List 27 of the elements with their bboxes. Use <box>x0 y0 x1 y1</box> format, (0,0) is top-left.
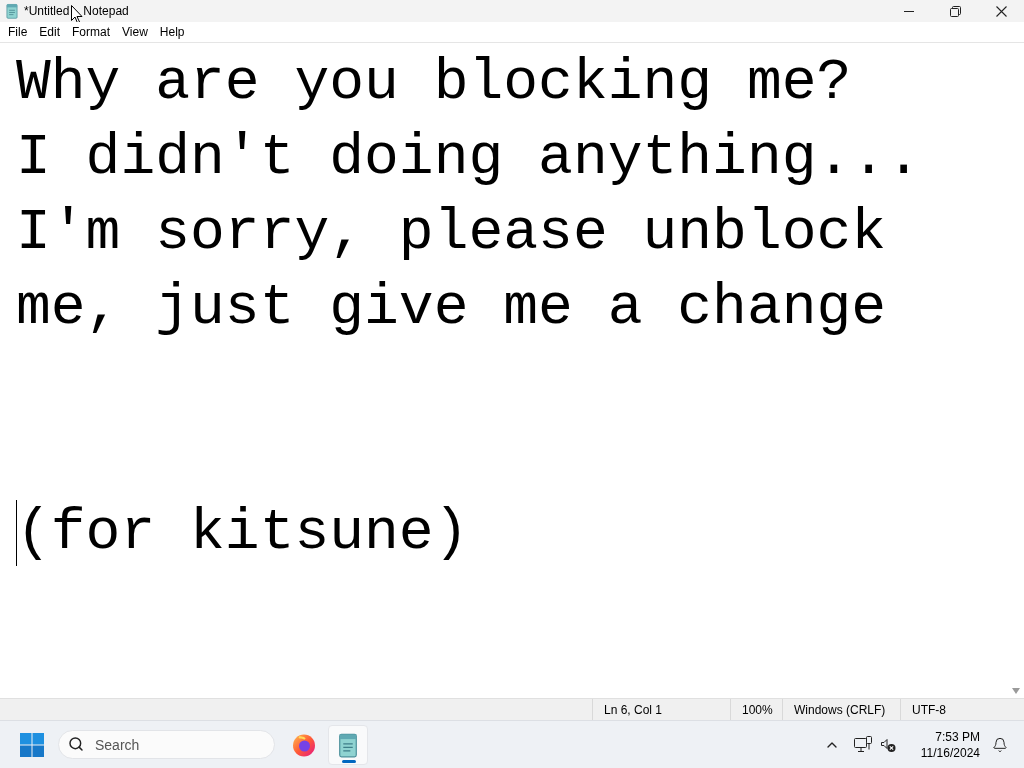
editor-text: Why are you blocking me? <box>16 50 852 115</box>
editor-text: I'm sorry, please unblock me, just give me a change <box>16 200 888 340</box>
active-indicator <box>342 759 356 763</box>
firefox-icon <box>292 732 316 757</box>
window-title: *Untitled <box>24 3 70 20</box>
editor-text: (for kitsune) <box>16 500 469 565</box>
minimize-icon <box>904 10 914 12</box>
windows-logo-icon <box>20 732 44 757</box>
taskbar-app-button[interactable] <box>328 724 368 765</box>
clock-button[interactable]: 7:53 PM 11/16/2024 <box>918 724 982 765</box>
network-icon <box>853 735 872 754</box>
close-icon <box>995 5 1007 17</box>
menu-item[interactable]: Edit <box>33 22 67 42</box>
menu-item[interactable]: View <box>116 22 154 42</box>
restore-icon <box>949 5 961 17</box>
menu-item[interactable]: File <box>2 22 34 42</box>
search-icon <box>68 736 84 752</box>
scroll-down-arrow-icon[interactable] <box>1012 688 1020 694</box>
search-field[interactable]: Search <box>58 730 275 759</box>
editor-text: I didn't doing anything... <box>16 125 921 190</box>
volume-muted-icon <box>879 736 896 753</box>
notepad-icon <box>4 3 20 19</box>
menu-item[interactable]: Format <box>66 22 117 42</box>
menu-item[interactable]: Help <box>153 22 191 42</box>
notepad-icon <box>336 731 360 758</box>
window-title: Notepad <box>83 3 129 20</box>
bell-icon <box>992 736 1008 753</box>
